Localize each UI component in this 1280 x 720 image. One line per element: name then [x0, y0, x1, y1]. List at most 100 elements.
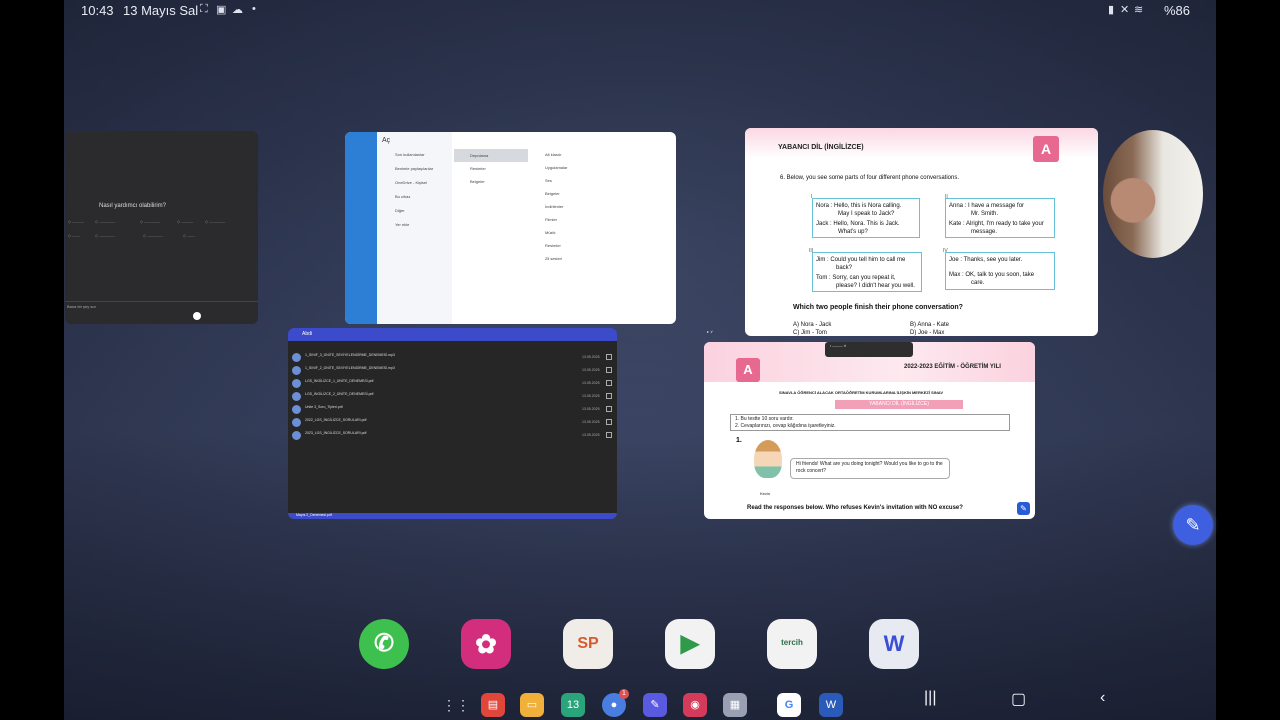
picker-folder[interactable]: Resimler — [470, 166, 486, 171]
send-icon[interactable] — [193, 312, 201, 320]
roman-numeral: II — [945, 194, 948, 200]
picker-rail — [345, 132, 377, 324]
suggestion-chip[interactable]: ◇ ———— — [95, 233, 115, 238]
notification-popup[interactable]: ▪ ——— ✕ — [825, 342, 913, 357]
roman-numeral: I — [811, 194, 813, 200]
dialogue-line: Mr. Smith. — [971, 211, 999, 217]
file-row[interactable]: 1_SINIF_3_ÜNİTE_SEVİYELENDİRME_DENEMESİ.… — [292, 352, 614, 364]
picker-selection — [454, 149, 528, 162]
gallery-app-icon[interactable]: ✿ — [461, 619, 511, 669]
battery-level: %86 — [1164, 3, 1191, 18]
file-name: LGS_İNGİLİZCE_2_ÜNİTE_DENEMESİ.pdf — [305, 392, 374, 396]
home-button[interactable]: ▢ — [1011, 689, 1026, 709]
suggestion-chip[interactable]: ◇ ———— — [205, 219, 225, 224]
suggestion-chip[interactable]: ◇ ———— — [95, 219, 115, 224]
booklet-badge: A — [736, 358, 760, 382]
recents-button[interactable]: ||| — [924, 689, 936, 707]
file-date: 13.05.2025 — [582, 394, 600, 398]
whatsapp-icon[interactable]: ✆ — [359, 619, 409, 669]
edit-icon[interactable]: ✎ — [1017, 502, 1030, 515]
dialogue-line: Joe : Thanks, see you later. — [949, 257, 1023, 263]
picker-subfolder[interactable]: Ses — [545, 178, 552, 183]
picker-folder[interactable]: Depolama — [470, 153, 488, 158]
instruction-line: 2. Cevaplarınızı, cevap kâğıdına işaretl… — [735, 423, 836, 429]
folder-app-icon[interactable]: ▭ — [520, 693, 544, 717]
notes-app-icon[interactable]: W — [869, 619, 919, 669]
question-number: 1. — [736, 437, 742, 444]
picker-subfolder[interactable]: Uygulamalar — [545, 165, 567, 170]
recent-app-files[interactable]: Abdi 1_SINIF_3_ÜNİTE_SEVİYELENDİRME_DENE… — [288, 328, 617, 519]
wifi-icon: ≋ — [1134, 4, 1144, 16]
file-checkbox[interactable] — [606, 380, 612, 386]
sp-app-icon[interactable]: SP — [563, 619, 613, 669]
exam-year: 2022-2023 EĞİTİM - ÖĞRETİM YILI — [904, 364, 1001, 370]
app-drawer-icon[interactable]: ⋮⋮ — [442, 693, 470, 717]
suggestion-chip[interactable]: ◇ ——— — [68, 219, 84, 224]
file-checkbox[interactable] — [606, 354, 612, 360]
file-name: Unite 3_Soru_Tipleri.pdf — [305, 405, 343, 409]
folder-group-icon[interactable]: ▦ — [723, 693, 747, 717]
exam-instructions: 1. Bu testte 10 soru vardır. 2. Cevaplar… — [730, 414, 1010, 431]
google-app-icon[interactable]: G — [777, 693, 801, 717]
file-row[interactable]: LGS_İNGİLİZCE_2_ÜNİTE_DENEMESİ.pdf 13.05.… — [292, 391, 614, 403]
file-checkbox[interactable] — [606, 419, 612, 425]
notes-taskbar-icon[interactable]: ✎ — [643, 693, 667, 717]
recent-app-exam[interactable]: A 2022-2023 EĞİTİM - ÖĞRETİM YILI SINAVL… — [704, 342, 1035, 519]
mute-icon: ✕ — [1120, 4, 1130, 16]
picker-subfolder[interactable]: İndirilenler — [545, 204, 563, 209]
picker-subfolder[interactable]: Müzik — [545, 230, 555, 235]
question-prompt: Read the responses below. Who refuses Ke… — [747, 505, 963, 511]
suggestion-chip[interactable]: ◇ ——— — [177, 219, 193, 224]
file-row[interactable]: 2022_LGS_İNGİLİZCE_SORULARI.pdf 13.05.202… — [292, 417, 614, 429]
answer-option[interactable]: B) Anna - Kate — [910, 322, 949, 328]
calendar-app-icon[interactable]: 13 — [561, 693, 585, 717]
picker-subfolder[interactable]: Resimler — [545, 243, 561, 248]
file-checkbox[interactable] — [606, 432, 612, 438]
file-icon — [292, 379, 301, 388]
play-store-icon[interactable]: ▶ — [665, 619, 715, 669]
answer-option[interactable]: D) Joe - Max — [910, 330, 944, 336]
assistant-input[interactable]: Bana bir şey sor — [65, 301, 258, 324]
battery-saver-icon: ▮ — [1108, 4, 1115, 16]
picker-location[interactable]: Diğer — [395, 208, 405, 213]
picker-subfolder[interactable]: Alt klasör — [545, 152, 561, 157]
tercih-app-icon[interactable]: tercih — [767, 619, 817, 669]
file-checkbox[interactable] — [606, 406, 612, 412]
suggestion-chip[interactable]: ◇ —— — [68, 233, 80, 238]
file-date: 13.05.2025 — [582, 381, 600, 385]
file-row[interactable]: 1_SINIF_2_ÜNİTE_SEVİYELENDİRME_DENEMESİ.… — [292, 365, 614, 377]
file-row[interactable]: 2023_LGS_İNGİLİZCE_SORULARI.pdf 13.05.202… — [292, 430, 614, 442]
picker-location[interactable]: Bu cihaz — [395, 194, 410, 199]
picker-subfolder[interactable]: Filmler — [545, 217, 557, 222]
dialogue-line: Max : OK, talk to you soon, take — [949, 272, 1035, 278]
suggestion-chip[interactable]: ◇ —— — [183, 233, 195, 238]
picker-location[interactable]: Son kullanılanlar — [395, 152, 425, 157]
camera-app-icon[interactable]: ◉ — [683, 693, 707, 717]
recent-app-file-picker[interactable]: Aç Son kullanılanlar Benimle paylaşılanla… — [345, 132, 676, 324]
answer-option[interactable]: A) Nora - Jack — [793, 322, 831, 328]
back-button[interactable]: ‹ — [1100, 689, 1105, 707]
picker-subfolder[interactable]: Belgeler — [545, 191, 560, 196]
dialogue-line: May I speak to Jack? — [838, 211, 895, 217]
recent-app-assistant[interactable]: Nasıl yardımcı olabilirim? ◇ ——— ◇ ———— … — [65, 131, 258, 324]
picker-location[interactable]: OneDrive - Kişisel — [395, 180, 427, 185]
picker-location[interactable]: Yer ekle — [395, 222, 409, 227]
picker-location[interactable]: Benimle paylaşılanlar — [395, 166, 433, 171]
file-checkbox[interactable] — [606, 367, 612, 373]
file-checkbox[interactable] — [606, 393, 612, 399]
file-row[interactable]: Unite 3_Soru_Tipleri.pdf 13.05.2025 — [292, 404, 614, 416]
suggestion-chip[interactable]: ◇ ———— — [140, 219, 160, 224]
file-icon — [292, 431, 301, 440]
camera-overlay[interactable] — [1103, 130, 1203, 258]
answer-option[interactable]: C) Jim - Tom — [793, 330, 827, 336]
pdf-app-icon[interactable]: ▤ — [481, 693, 505, 717]
file-name: 1_SINIF_3_ÜNİTE_SEVİYELENDİRME_DENEMESİ.… — [305, 353, 395, 357]
recent-app-worksheet[interactable]: YABANCI DİL (İNGİLİZCE) A 6. Below, you … — [745, 128, 1098, 336]
file-row[interactable]: LGS_İNGİLİZCE_1_ÜNİTE_DENEMESİ.pdf 13.05.… — [292, 378, 614, 390]
pen-floating-button[interactable]: ✎ — [1173, 505, 1213, 545]
file-name: 2022_LGS_İNGİLİZCE_SORULARI.pdf — [305, 418, 367, 422]
word-app-icon[interactable]: W — [819, 693, 843, 717]
picker-subfolder[interactable]: Zil sesleri — [545, 256, 562, 261]
picker-folder[interactable]: Belgeler — [470, 179, 485, 184]
suggestion-chip[interactable]: ◇ ———— — [143, 233, 163, 238]
